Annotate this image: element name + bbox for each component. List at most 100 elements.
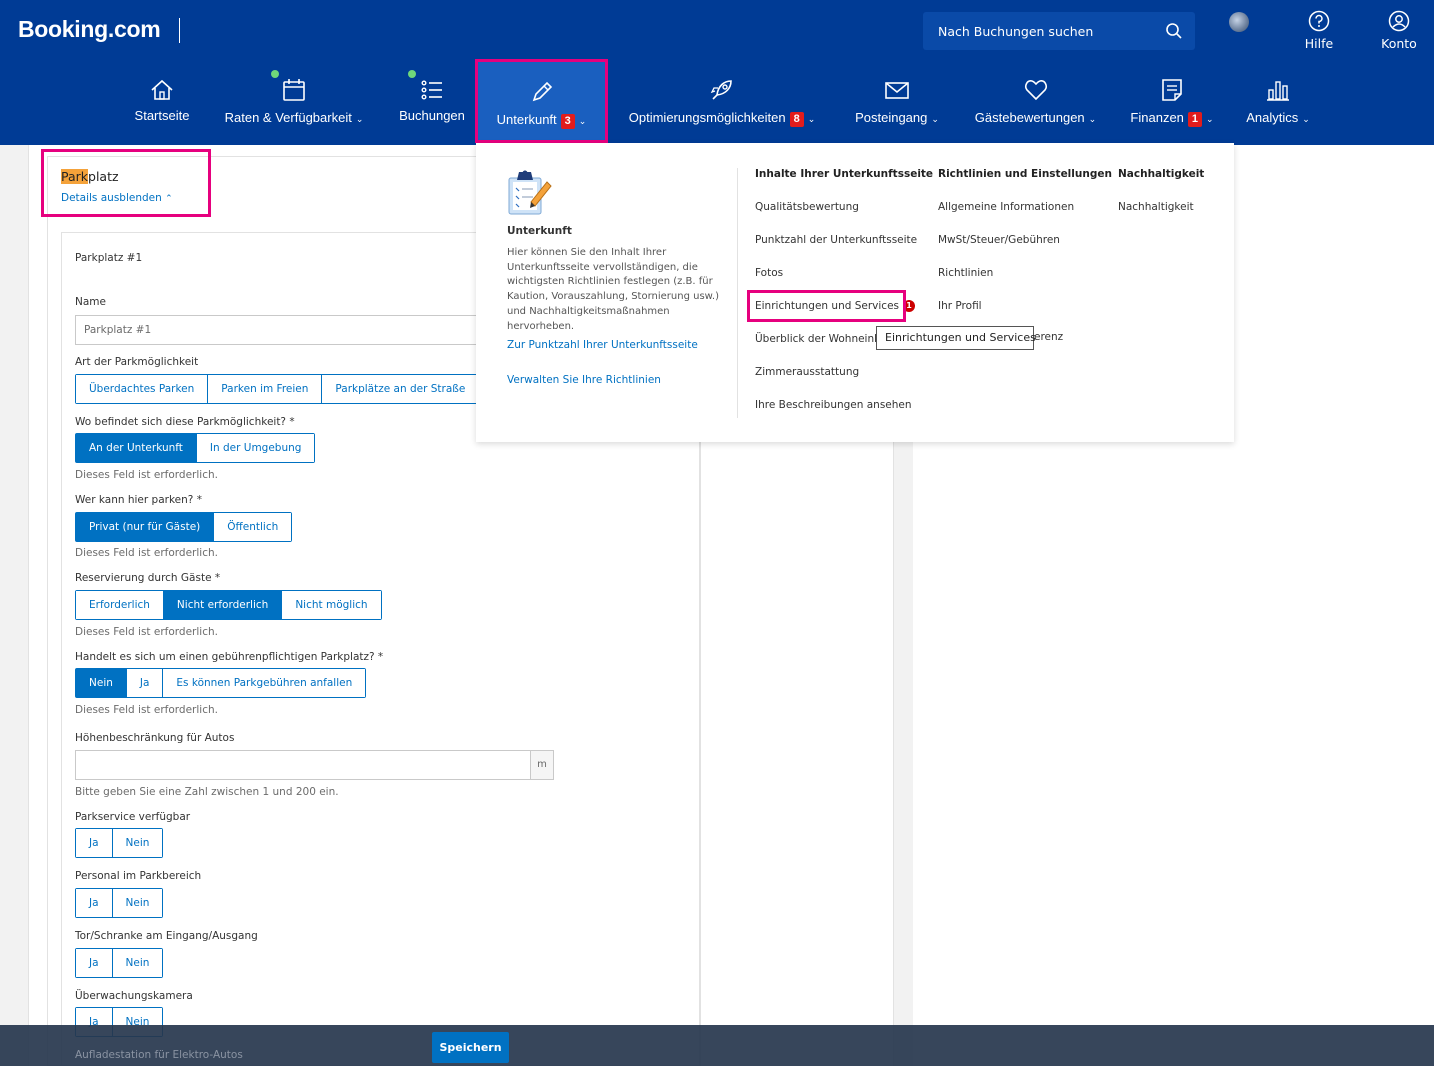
option-not-possible[interactable]: Nicht möglich	[282, 591, 381, 619]
who-selector[interactable]: Privat (nur für Gäste) Öffentlich	[75, 512, 293, 542]
valet-selector[interactable]: Ja Nein	[75, 828, 164, 858]
menu-item-descriptions[interactable]: Ihre Beschreibungen ansehen	[755, 399, 912, 411]
list-icon	[421, 80, 442, 100]
policies-column-title: Richtlinien und Einstellungen	[938, 168, 1112, 180]
option-yes[interactable]: Ja	[76, 889, 113, 917]
dropdown-description: Hier können Sie den Inhalt Ihrer Unterku…	[507, 247, 719, 332]
sustainability-column-title: Nachhaltigkeit	[1118, 168, 1205, 180]
option-no[interactable]: Nein	[112, 949, 163, 977]
option-nearby[interactable]: In der Umgebung	[196, 434, 315, 462]
property-badge: 3	[560, 114, 575, 129]
menu-item-vat-tax[interactable]: MwSt/Steuer/Gebühren	[938, 234, 1060, 246]
fee-selector[interactable]: Nein Ja Es können Parkgebühren anfallen	[75, 668, 367, 698]
highlight-frame	[41, 149, 211, 217]
option-private[interactable]: Privat (nur für Gäste)	[76, 513, 215, 541]
menu-item-policies[interactable]: Richtlinien	[938, 267, 993, 279]
booking-logo[interactable]: Booking.com	[18, 16, 161, 43]
menu-item-profile[interactable]: Ihr Profil	[938, 300, 982, 312]
option-outdoor[interactable]: Parken im Freien	[208, 375, 323, 403]
reservation-label: Reservierung durch Gäste *	[75, 572, 221, 584]
required-message: Dieses Feld ist erforderlich.	[75, 547, 218, 559]
account-button[interactable]: Konto	[1378, 10, 1420, 51]
option-required[interactable]: Erforderlich	[76, 591, 164, 619]
nav-property[interactable]: Unterkunft 3 ⌄	[475, 59, 608, 143]
gate-label: Tor/Schranke am Eingang/Ausgang	[75, 930, 258, 942]
required-message: Dieses Feld ist erforderlich.	[75, 626, 218, 638]
menu-item-general-info[interactable]: Allgemeine Informationen	[938, 201, 1074, 213]
option-no[interactable]: Nein	[112, 889, 163, 917]
booking-search-input[interactable]: Nach Buchungen suchen	[923, 12, 1195, 50]
pencil-icon	[532, 81, 552, 102]
save-button[interactable]: Speichern	[432, 1032, 509, 1063]
option-no[interactable]: Nein	[112, 829, 163, 857]
chevron-down-icon: ⌄	[1088, 114, 1097, 124]
nav-home[interactable]: Startseite	[128, 62, 196, 142]
chevron-down-icon: ⌄	[355, 114, 364, 124]
menu-item-quality[interactable]: Qualitätsbewertung	[755, 201, 859, 213]
search-icon	[1166, 23, 1182, 39]
gate-selector[interactable]: Ja Nein	[75, 948, 164, 978]
option-covered[interactable]: Überdachtes Parken	[76, 375, 209, 403]
finance-badge: 1	[1187, 112, 1203, 127]
tooltip: Einrichtungen und Services	[876, 326, 1036, 350]
reservation-selector[interactable]: Erforderlich Nicht erforderlich Nicht mö…	[75, 590, 382, 620]
help-button[interactable]: Hilfe	[1300, 10, 1338, 51]
required-message: Dieses Feld ist erforderlich.	[75, 469, 218, 481]
menu-item-unit-overview[interactable]: Überblick der Wohneinhei	[755, 333, 890, 345]
option-yes[interactable]: Ja	[126, 669, 164, 697]
logo-separator	[179, 18, 180, 43]
option-not-required[interactable]: Nicht erforderlich	[163, 591, 283, 619]
menu-item-room-amenities[interactable]: Zimmerausstattung	[755, 366, 859, 378]
nav-finance[interactable]: Finanzen 1 ⌄	[1122, 62, 1222, 142]
nav-bookings[interactable]: Buchungen	[392, 62, 472, 142]
status-dot	[271, 70, 279, 78]
parking-type-label: Art der Parkmöglichkeit	[75, 356, 199, 368]
menu-item-sustainability[interactable]: Nachhaltigkeit	[1118, 201, 1194, 213]
height-input[interactable]	[75, 750, 531, 780]
language-globe-icon[interactable]	[1229, 12, 1249, 32]
calendar-icon	[283, 79, 305, 101]
option-yes[interactable]: Ja	[76, 829, 113, 857]
dropdown-title: Unterkunft	[507, 225, 572, 237]
optimization-badge: 8	[789, 112, 804, 127]
chevron-down-icon: ⌄	[1206, 114, 1214, 124]
dropdown-divider	[737, 168, 738, 418]
option-street[interactable]: Parkplätze an der Straße	[322, 375, 479, 403]
valet-label: Parkservice verfügbar	[75, 811, 191, 823]
nav-rates-availability[interactable]: Raten & Verfügbarkeit ⌄	[214, 62, 374, 142]
nav-inbox[interactable]: Posteingang ⌄	[848, 62, 946, 142]
location-selector[interactable]: An der Unterkunft In der Umgebung	[75, 433, 316, 463]
help-label: Hilfe	[1304, 36, 1334, 51]
chevron-down-icon: ⌄	[578, 116, 587, 126]
menu-item-partial[interactable]: erenz	[1034, 331, 1063, 343]
content-column-title: Inhalte Ihrer Unterkunftsseite	[755, 168, 934, 180]
height-unit: m	[530, 750, 554, 780]
policies-link[interactable]: Verwalten Sie Ihre Richtlinien	[507, 374, 661, 386]
parking-type-selector[interactable]: Überdachtes Parken Parken im Freien Park…	[75, 374, 480, 404]
nav-reviews[interactable]: Gästebewertungen ⌄	[964, 62, 1107, 142]
option-on-site[interactable]: An der Unterkunft	[76, 434, 197, 462]
option-no[interactable]: Nein	[76, 669, 127, 697]
question-icon	[1308, 10, 1330, 32]
clipboard-icon	[508, 170, 552, 215]
menu-item-page-score[interactable]: Punktzahl der Unterkunftsseite	[755, 234, 917, 246]
heart-icon	[1024, 80, 1047, 101]
nav-analytics[interactable]: Analytics ⌄	[1238, 62, 1318, 142]
nav-optimization[interactable]: Optimierungsmöglichkeiten 8 ⌄	[614, 62, 830, 142]
height-label: Höhenbeschränkung für Autos	[75, 732, 235, 744]
search-placeholder: Nach Buchungen suchen	[938, 24, 1094, 39]
parking-spot-title: Parkplatz #1	[75, 252, 143, 264]
menu-item-photos[interactable]: Fotos	[755, 267, 783, 279]
option-public[interactable]: Öffentlich	[214, 513, 292, 541]
staff-selector[interactable]: Ja Nein	[75, 888, 164, 918]
location-label: Wo befindet sich diese Parkmöglichkeit? …	[75, 416, 295, 428]
option-yes[interactable]: Ja	[76, 949, 113, 977]
name-label: Name	[75, 296, 106, 308]
name-input[interactable]: Parkplatz #1	[75, 315, 477, 345]
height-hint: Bitte geben Sie eine Zahl zwischen 1 und…	[75, 786, 339, 798]
option-may-apply[interactable]: Es können Parkgebühren anfallen	[163, 669, 366, 697]
staff-label: Personal im Parkbereich	[75, 870, 202, 882]
rocket-icon	[710, 80, 732, 100]
who-label: Wer kann hier parken? *	[75, 494, 202, 506]
score-link[interactable]: Zur Punktzahl Ihrer Unterkunftsseite	[507, 339, 698, 351]
